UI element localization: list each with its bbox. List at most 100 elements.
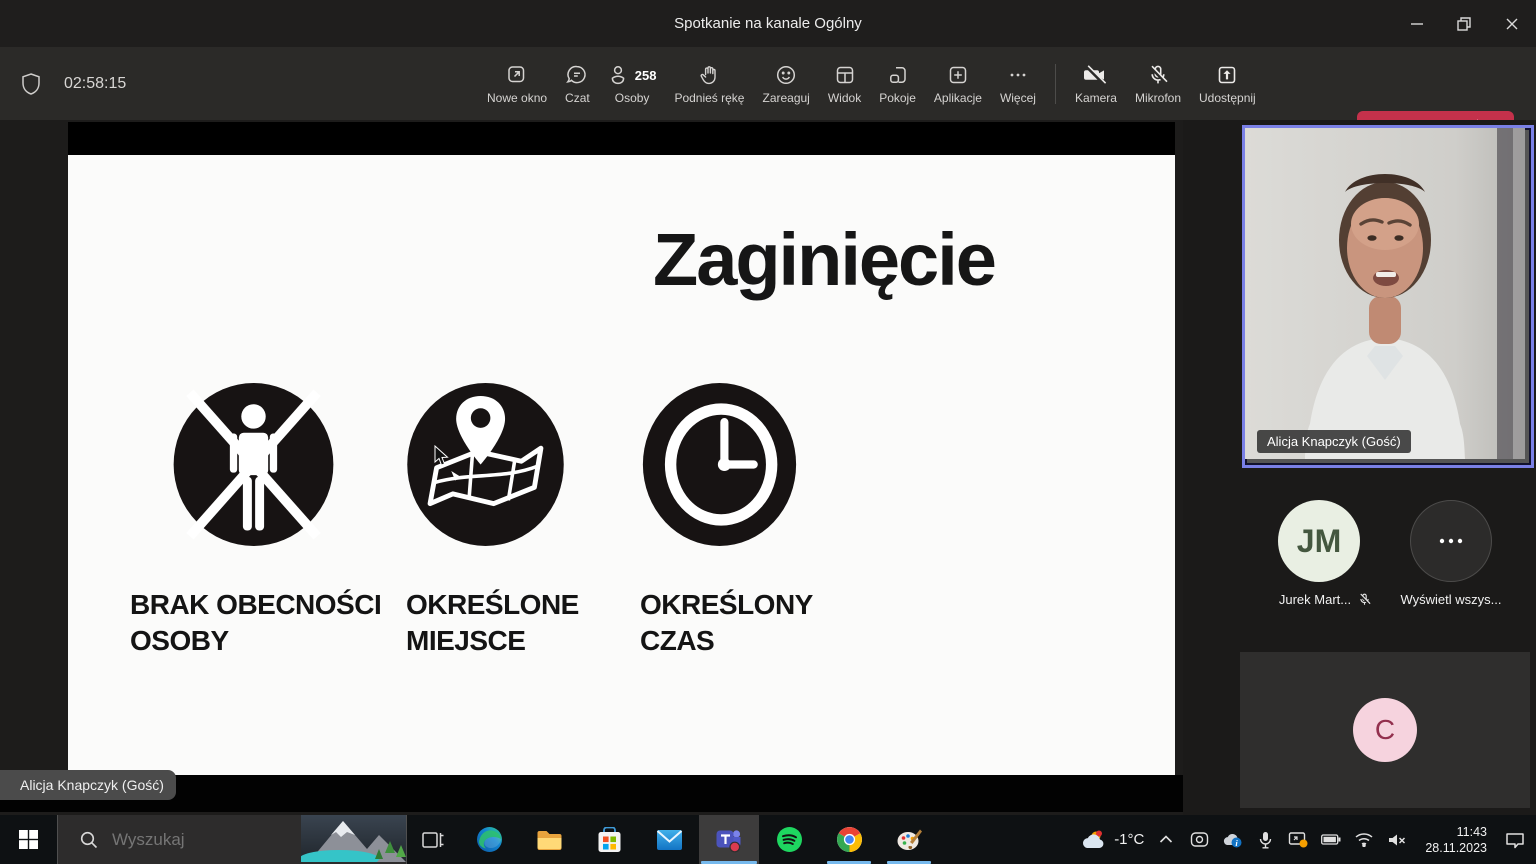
tray-wifi-icon[interactable] [1353, 832, 1375, 847]
windows-taskbar: -1°C i [0, 815, 1536, 864]
new-window-icon [505, 62, 529, 88]
tray-display-icon[interactable] [1287, 831, 1309, 848]
chevron-up-icon [1159, 835, 1173, 844]
weather-widget[interactable]: -1°C [1081, 829, 1144, 851]
toolbar-button-label: Mikrofon [1135, 91, 1181, 105]
file-explorer-icon [536, 828, 563, 852]
share-icon [1215, 62, 1239, 88]
system-tray: -1°C i [1081, 815, 1536, 864]
minimize-button[interactable] [1394, 0, 1440, 47]
search-icon [80, 831, 98, 849]
tray-microphone-icon[interactable] [1254, 831, 1276, 849]
teams-icon [715, 826, 743, 853]
mouse-cursor [434, 445, 450, 467]
taskbar-app-teams[interactable] [699, 815, 759, 864]
task-view-icon [421, 829, 445, 851]
share-button[interactable]: Udostępnij [1190, 52, 1265, 116]
toolbar-button-osoby[interactable]: 258 Osoby [599, 52, 666, 116]
toolbar-button-label: Udostępnij [1199, 91, 1256, 105]
tray-volume-muted-icon[interactable] [1386, 832, 1408, 848]
toolbar-button-pokoje[interactable]: Pokoje [870, 52, 925, 116]
action-center-button[interactable] [1504, 831, 1526, 849]
taskbar-app-file-explorer[interactable] [519, 815, 579, 864]
slide-item-label: OKREŚLONYCZAS [640, 587, 813, 659]
toolbar-button-widok[interactable]: Widok [819, 52, 870, 116]
slide-letterbox-bottom [0, 775, 1183, 812]
slide-letterbox-top [68, 122, 1175, 155]
presentation-stage: Zaginięcie BRAK OBECNOŚCIOSOBY [0, 120, 1183, 815]
edge-icon [476, 826, 503, 853]
speaker-video-tile[interactable]: Alicja Knapczyk (Gość) [1242, 125, 1534, 468]
more-icon [1006, 62, 1030, 88]
toolbar-button-label: Aplikacje [934, 91, 982, 105]
taskbar-app-chrome[interactable] [819, 815, 879, 864]
toolbar-button-label: Nowe okno [487, 91, 547, 105]
react-icon [774, 62, 798, 88]
clock-icon [638, 383, 801, 546]
camera-toggle-button[interactable]: Kamera [1066, 52, 1126, 116]
taskbar-app-edge[interactable] [459, 815, 519, 864]
taskbar-app-paint-3d[interactable] [879, 815, 939, 864]
toolbar-button-label: Kamera [1075, 91, 1117, 105]
toolbar-separator [1055, 64, 1056, 104]
toolbar-button-czat[interactable]: Czat [556, 52, 599, 116]
tray-clock[interactable]: 11:43 28.11.2023 [1419, 824, 1493, 856]
windows-logo-icon [19, 830, 38, 849]
search-input[interactable] [110, 829, 294, 851]
taskbar-search[interactable] [57, 815, 407, 864]
slide-title: Zaginięcie [653, 217, 995, 302]
camera-off-icon [1083, 62, 1109, 88]
view-icon [833, 62, 857, 88]
tray-battery-icon[interactable] [1320, 834, 1342, 845]
toolbar-button-nowe-okno[interactable]: Nowe okno [478, 52, 556, 116]
tray-expand-button[interactable] [1155, 835, 1177, 844]
title-bar: Spotkanie na kanale Ogólny [0, 0, 1536, 47]
people-icon [608, 63, 630, 87]
toolbar-button-label: Zareaguj [762, 91, 809, 105]
toolbar-button-label: Podnieś rękę [674, 91, 744, 105]
toolbar-button-label: Czat [565, 91, 590, 105]
close-button[interactable] [1489, 0, 1535, 47]
temperature-label: -1°C [1114, 831, 1144, 848]
participants-sidebar: Alicja Knapczyk (Gość) JM Jurek Mart... … [1183, 120, 1536, 815]
tray-onedrive-icon[interactable]: i [1221, 832, 1243, 848]
participant-tile-c[interactable]: C [1240, 652, 1530, 808]
toolbar-button-wiecej[interactable]: Więcej [991, 52, 1045, 116]
restore-icon [1456, 16, 1472, 32]
start-button[interactable] [0, 815, 57, 864]
shield-icon [20, 72, 42, 96]
weather-icon [1081, 829, 1107, 851]
missing-person-icon [172, 383, 335, 546]
participant-name: Jurek Mart... [1253, 592, 1398, 607]
close-icon [1504, 16, 1520, 32]
tray-time: 11:43 [1425, 824, 1487, 840]
toolbar-button-podnies-reke[interactable]: Podnieś rękę [665, 52, 753, 116]
mic-off-icon [1146, 62, 1170, 88]
participant-avatar-jm[interactable]: JM [1278, 500, 1360, 582]
slide-item-label: BRAK OBECNOŚCIOSOBY [130, 587, 381, 659]
toolbar-button-zareaguj[interactable]: Zareaguj [753, 52, 818, 116]
map-location-icon [404, 383, 567, 546]
restore-button[interactable] [1441, 0, 1487, 47]
slide-item-label: OKREŚLONEMIEJSCE [406, 587, 579, 659]
toolbar-button-aplikacje[interactable]: Aplikacje [925, 52, 991, 116]
toolbar-button-label: Osoby [615, 91, 650, 105]
taskbar-app-spotify[interactable] [759, 815, 819, 864]
search-weather-graphic [301, 815, 406, 862]
shared-slide: Zaginięcie BRAK OBECNOŚCIOSOBY [68, 155, 1175, 775]
chrome-icon [836, 826, 863, 853]
task-view-button[interactable] [407, 815, 459, 864]
window-title: Spotkanie na kanale Ogólny [0, 0, 1536, 47]
muted-mic-icon [1357, 592, 1372, 607]
view-all-button[interactable] [1410, 500, 1492, 582]
toolbar-button-label: Widok [828, 91, 861, 105]
taskbar-app-microsoft-store[interactable] [579, 815, 639, 864]
view-all-label[interactable]: Wyświetl wszys... [1395, 592, 1507, 607]
action-center-icon [1505, 831, 1525, 849]
toolbar-buttons: Nowe okno Czat 258 Osoby [478, 47, 1265, 120]
tray-camera-icon[interactable] [1188, 831, 1210, 848]
taskbar-app-mail[interactable] [639, 815, 699, 864]
more-icon [1438, 537, 1464, 545]
paint-3d-icon [896, 826, 923, 853]
microphone-toggle-button[interactable]: Mikrofon [1126, 52, 1190, 116]
